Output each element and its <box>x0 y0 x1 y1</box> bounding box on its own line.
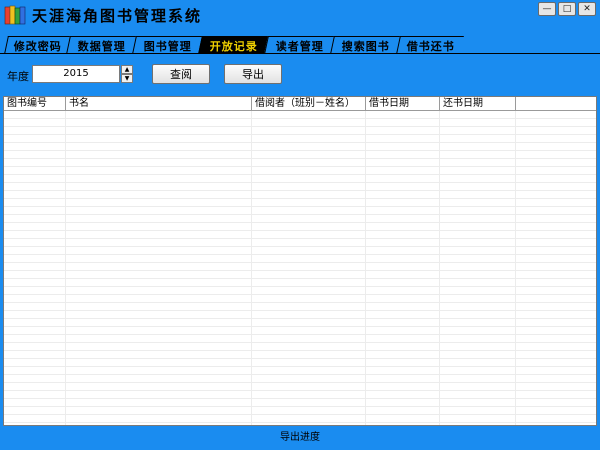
column-header-borrow-date[interactable]: 借书日期 <box>366 97 440 110</box>
table-row <box>4 207 596 215</box>
table-row <box>4 215 596 223</box>
export-progress-status: 导出进度 <box>0 428 600 450</box>
table-row <box>4 351 596 359</box>
tab-label: 借书还书 <box>406 39 455 53</box>
export-button[interactable]: 导出 <box>224 64 282 84</box>
table-row <box>4 183 596 191</box>
tab-label: 图书管理 <box>143 39 192 53</box>
table-row <box>4 199 596 207</box>
tab-book-management[interactable]: 图书管理 <box>132 36 202 54</box>
chevron-up-icon: ▲ <box>124 66 130 73</box>
table-row <box>4 407 596 415</box>
column-header-title[interactable]: 书名 <box>66 97 252 110</box>
table-row <box>4 311 596 319</box>
tab-label: 修改密码 <box>13 39 62 53</box>
table-row <box>4 223 596 231</box>
table-row <box>4 159 596 167</box>
tab-search-books[interactable]: 搜索图书 <box>330 36 400 54</box>
close-icon: ✕ <box>583 3 591 14</box>
close-button[interactable]: ✕ <box>578 2 596 16</box>
column-header-return-date[interactable]: 还书日期 <box>440 97 516 110</box>
maximize-icon: □ <box>562 3 572 14</box>
tab-label: 数据管理 <box>77 39 126 53</box>
table-row <box>4 263 596 271</box>
column-header-book-id[interactable]: 图书编号 <box>4 97 66 110</box>
table-row <box>4 415 596 423</box>
minimize-icon: — <box>542 3 552 14</box>
spin-up-button[interactable]: ▲ <box>121 65 133 74</box>
table-row <box>4 151 596 159</box>
year-spinner: ▲ ▼ <box>121 65 133 83</box>
table-row <box>4 303 596 311</box>
chevron-down-icon: ▼ <box>124 75 130 82</box>
window-controls: — □ ✕ <box>538 2 596 16</box>
table-row <box>4 231 596 239</box>
table-body <box>4 111 596 425</box>
title-bar: 天涯海角图书管理系统 — □ ✕ <box>0 0 600 32</box>
table-row <box>4 127 596 135</box>
table-row <box>4 383 596 391</box>
table-header: 图书编号 书名 借阅者（班别－姓名） 借书日期 还书日期 <box>4 97 596 111</box>
records-table[interactable]: 图书编号 书名 借阅者（班别－姓名） 借书日期 还书日期 <box>3 96 597 426</box>
column-header-borrower[interactable]: 借阅者（班别－姓名） <box>252 97 366 110</box>
tab-label: 读者管理 <box>275 39 324 53</box>
app-title: 天涯海角图书管理系统 <box>32 7 203 25</box>
tab-borrow-return[interactable]: 借书还书 <box>396 36 464 54</box>
table-row <box>4 327 596 335</box>
books-icon <box>4 5 26 25</box>
table-row <box>4 399 596 407</box>
table-row <box>4 279 596 287</box>
table-row <box>4 343 596 351</box>
table-row <box>4 143 596 151</box>
table-row <box>4 119 596 127</box>
tab-data-management[interactable]: 数据管理 <box>66 36 136 54</box>
table-row <box>4 391 596 399</box>
table-row <box>4 135 596 143</box>
maximize-button[interactable]: □ <box>558 2 576 16</box>
table-row <box>4 287 596 295</box>
table-row <box>4 247 596 255</box>
table-row <box>4 191 596 199</box>
minimize-button[interactable]: — <box>538 2 556 16</box>
table-row <box>4 255 596 263</box>
tab-reader-management[interactable]: 读者管理 <box>264 36 334 54</box>
table-row <box>4 423 596 425</box>
table-row <box>4 319 596 327</box>
table-row <box>4 111 596 119</box>
table-row <box>4 295 596 303</box>
table-row <box>4 167 596 175</box>
tab-divider <box>0 53 600 54</box>
table-row <box>4 375 596 383</box>
table-row <box>4 271 596 279</box>
table-row <box>4 175 596 183</box>
spin-down-button[interactable]: ▼ <box>121 74 133 83</box>
tab-bar: 修改密码 数据管理 图书管理 开放记录 读者管理 搜索图书 借书还书 <box>0 36 600 54</box>
tab-open-records[interactable]: 开放记录 <box>198 36 268 54</box>
query-button[interactable]: 查阅 <box>152 64 210 84</box>
table-row <box>4 359 596 367</box>
year-input[interactable]: 2015 <box>32 65 120 83</box>
table-row <box>4 239 596 247</box>
tab-label: 搜索图书 <box>341 39 390 53</box>
tab-change-password[interactable]: 修改密码 <box>4 36 70 54</box>
table-row <box>4 367 596 375</box>
table-row <box>4 335 596 343</box>
tab-label: 开放记录 <box>209 39 258 53</box>
year-label: 年度 <box>7 70 29 83</box>
